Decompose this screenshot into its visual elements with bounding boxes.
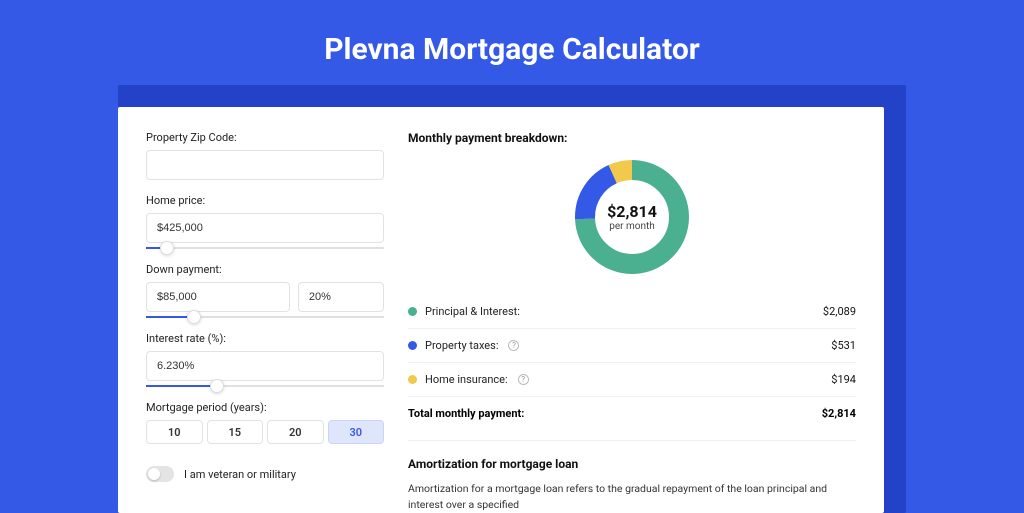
page-title: Plevna Mortgage Calculator: [0, 0, 1024, 85]
donut-chart: $2,814 per month: [572, 157, 692, 277]
total-label: Total monthly payment:: [408, 407, 524, 420]
total-value: $2,814: [822, 407, 856, 420]
period-option-20[interactable]: 20: [267, 420, 324, 444]
legend-row: Home insurance:? $194: [408, 362, 856, 396]
donut-value: $2,814: [607, 202, 657, 221]
donut-chart-wrap: $2,814 per month: [408, 155, 856, 295]
legend-label: Property taxes:: [425, 339, 498, 352]
down-payment-slider[interactable]: [146, 316, 384, 318]
breakdown-column: Monthly payment breakdown: $2,814 per mo…: [408, 131, 856, 513]
period-option-10[interactable]: 10: [146, 420, 203, 444]
toggle-knob: [148, 468, 160, 480]
interest-rate-input[interactable]: [146, 351, 384, 381]
zip-input[interactable]: [146, 150, 384, 180]
legend-dot: [408, 375, 417, 384]
legend-row: Principal & Interest: $2,089: [408, 295, 856, 328]
breakdown-heading: Monthly payment breakdown:: [408, 131, 856, 145]
amortization-section: Amortization for mortgage loan Amortizat…: [408, 440, 856, 513]
veteran-toggle[interactable]: [146, 466, 174, 482]
slider-thumb[interactable]: [210, 379, 224, 393]
form-column: Property Zip Code: Home price: Down paym…: [146, 131, 384, 513]
veteran-toggle-row: I am veteran or military: [146, 466, 384, 482]
interest-rate-slider[interactable]: [146, 385, 384, 387]
legend-value: $2,089: [823, 305, 856, 318]
period-buttons: 10152030: [146, 420, 384, 444]
legend-label: Home insurance:: [425, 373, 508, 386]
legend-value: $531: [831, 339, 856, 352]
period-label: Mortgage period (years):: [146, 401, 384, 414]
slider-thumb[interactable]: [187, 310, 201, 324]
amortization-heading: Amortization for mortgage loan: [408, 457, 856, 471]
down-payment-percent-input[interactable]: [298, 282, 384, 312]
slider-thumb[interactable]: [160, 241, 174, 255]
amortization-text: Amortization for a mortgage loan refers …: [408, 481, 856, 513]
period-option-30[interactable]: 30: [328, 420, 385, 444]
total-row: Total monthly payment: $2,814: [408, 396, 856, 430]
donut-center: $2,814 per month: [572, 157, 692, 277]
legend-label: Principal & Interest:: [425, 305, 520, 318]
calculator-card: Property Zip Code: Home price: Down paym…: [118, 107, 884, 513]
legend-list: Principal & Interest: $2,089 Property taxe…: [408, 295, 856, 396]
home-price-label: Home price:: [146, 194, 384, 207]
period-option-15[interactable]: 15: [207, 420, 264, 444]
info-icon[interactable]: ?: [518, 374, 529, 385]
home-price-group: Home price:: [146, 194, 384, 249]
legend-dot: [408, 307, 417, 316]
period-group: Mortgage period (years): 10152030: [146, 401, 384, 444]
zip-field-group: Property Zip Code:: [146, 131, 384, 180]
down-payment-group: Down payment:: [146, 263, 384, 318]
interest-rate-label: Interest rate (%):: [146, 332, 384, 345]
info-icon[interactable]: ?: [508, 340, 519, 351]
home-price-input[interactable]: [146, 213, 384, 243]
donut-sub: per month: [609, 221, 655, 232]
zip-label: Property Zip Code:: [146, 131, 384, 144]
legend-value: $194: [831, 373, 856, 386]
down-payment-label: Down payment:: [146, 263, 384, 276]
home-price-slider[interactable]: [146, 247, 384, 249]
legend-row: Property taxes:? $531: [408, 328, 856, 362]
card-shadow-wrap: Property Zip Code: Home price: Down paym…: [118, 85, 906, 513]
legend-dot: [408, 341, 417, 350]
veteran-label: I am veteran or military: [184, 468, 296, 481]
interest-rate-group: Interest rate (%):: [146, 332, 384, 387]
down-payment-amount-input[interactable]: [146, 282, 290, 312]
